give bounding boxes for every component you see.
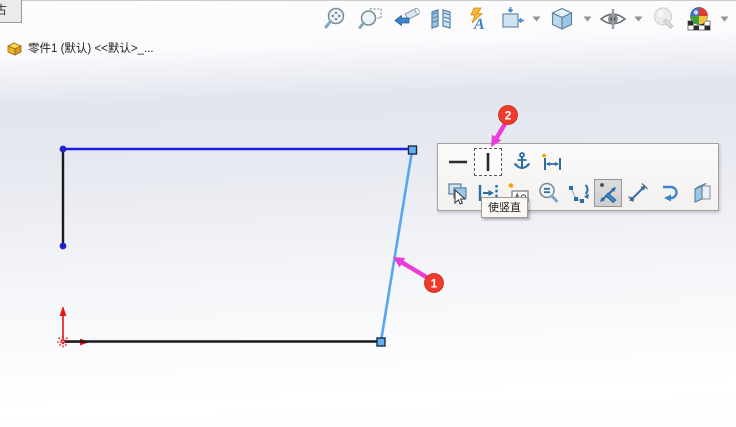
- sketch-line-right-slanted[interactable]: [379, 150, 414, 342]
- vertical-line-icon: [486, 152, 490, 171]
- solidworks-viewport: 古 零件1 (默认) <<默认>_...: [0, 0, 736, 427]
- context-toolbar-row1: [444, 146, 718, 177]
- undo-arrow-icon: [663, 185, 678, 201]
- diagonal-dimension-icon: [628, 182, 648, 202]
- smart-dimension-pressed-button[interactable]: [594, 178, 622, 207]
- view-cube-button[interactable]: [688, 179, 716, 207]
- tooltip-text: 使竖直: [488, 202, 521, 214]
- make-horizontal-button[interactable]: [444, 148, 472, 176]
- sketch-vertex-topleft[interactable]: [59, 145, 67, 153]
- sketch-canvas: [57, 145, 418, 348]
- magnifier-equal-icon: [539, 182, 558, 202]
- smart-dimension-pencil-icon: [600, 182, 617, 203]
- select-cursor-icon: [448, 182, 467, 205]
- relations-icon: [569, 183, 589, 203]
- anchor-icon: [513, 151, 531, 169]
- sketch-endpoint-bottomright[interactable]: [376, 337, 386, 347]
- sketch-endpoint-topright[interactable]: [407, 145, 418, 155]
- fix-button[interactable]: [508, 148, 536, 176]
- select-other-button[interactable]: [444, 179, 472, 207]
- tooltip-make-vertical: 使竖直: [481, 197, 528, 218]
- context-toolbar: [437, 143, 719, 211]
- cube-icon: [694, 182, 711, 203]
- horizontal-line-icon: [449, 160, 467, 163]
- smart-dimension-button[interactable]: [538, 148, 566, 176]
- dimension-icon: [542, 153, 561, 170]
- undo-button[interactable]: [654, 179, 682, 207]
- display-delete-relations-button[interactable]: [564, 179, 592, 207]
- sketch-vertex-midleft[interactable]: [59, 242, 67, 250]
- make-vertical-button[interactable]: [474, 147, 502, 176]
- zoom-to-selection-button[interactable]: [534, 179, 562, 207]
- dimension-tool-button[interactable]: [624, 179, 652, 207]
